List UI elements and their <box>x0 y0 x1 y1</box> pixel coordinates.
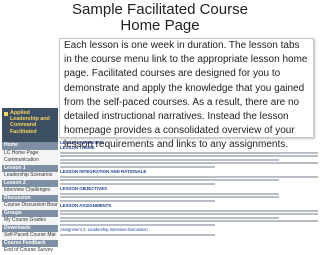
callout-text: Each lesson is one week in duration. The… <box>64 40 308 151</box>
menu-header-lesson-1[interactable]: Lesson 1 <box>2 164 58 172</box>
course-menu: Home LC Home Page Communication Lesson 1… <box>2 142 58 255</box>
text-line <box>60 199 215 202</box>
logo-line-4: Facilitated <box>10 128 37 135</box>
menu-item-interview-challenges[interactable]: Interview Challenges <box>2 187 58 195</box>
text-line <box>60 155 318 157</box>
text-line <box>60 213 318 215</box>
assignment-2-link[interactable]: Assignment 2: Leadership Interview Discu… <box>60 227 318 232</box>
page-title-block: Sample Facilitated Course Home Page <box>0 2 320 34</box>
menu-item-lc-home-page[interactable]: LC Home Page <box>2 150 58 158</box>
callout-box: Each lesson is one week in duration. The… <box>59 38 314 150</box>
lesson-assignments-heading: LESSON ASSIGNMENTS <box>60 203 112 208</box>
text-line <box>60 179 280 181</box>
menu-item-leadership-scenarios[interactable]: Leadership Scenarios <box>2 172 58 180</box>
lesson-content: LESSON OVERVIEW LESSON THEME LESSON INTE… <box>60 140 318 240</box>
menu-header-discussion[interactable]: Discussion <box>2 194 58 202</box>
menu-header-groups[interactable]: Groups <box>2 209 58 217</box>
menu-item-self-paced-course-mat[interactable]: Self-Paced Course Mat <box>2 232 58 240</box>
menu-item-end-of-course-survey[interactable]: End of Course Survey <box>2 247 58 255</box>
text-line <box>60 209 318 212</box>
menu-header-course-feedback[interactable]: Course Feedback <box>2 239 58 247</box>
text-line <box>60 175 318 178</box>
text-line <box>60 182 215 185</box>
menu-item-my-course-grades[interactable]: My Course Grades <box>2 217 58 225</box>
page-title: Sample Facilitated Course <box>72 1 248 18</box>
menu-item-communication[interactable]: Communication <box>2 157 58 165</box>
text-line <box>60 162 318 164</box>
menu-header-home[interactable]: Home <box>2 142 58 150</box>
text-line <box>60 233 215 236</box>
course-logo: Applied Leadership and Command Facilitat… <box>2 108 58 142</box>
menu-header-lesson-2[interactable]: Lesson 2 <box>2 179 58 187</box>
menu-header-downloads[interactable]: Downloads <box>2 224 58 232</box>
text-line <box>60 192 280 195</box>
text-line <box>60 216 280 219</box>
text-line <box>60 196 280 198</box>
menu-item-course-discussion-board[interactable]: Course Discussion Board <box>2 202 58 210</box>
page-subtitle: Home Page <box>120 17 200 34</box>
lesson-integration-heading: LESSON INTEGRATION AND RATIONALE <box>60 169 147 174</box>
text-line <box>60 165 215 168</box>
text-line <box>60 158 280 161</box>
lesson-objectives-heading: LESSON OBJECTIVES <box>60 186 108 191</box>
logo-bullet-icon <box>4 112 8 116</box>
text-line <box>60 220 318 222</box>
text-line <box>60 223 215 226</box>
